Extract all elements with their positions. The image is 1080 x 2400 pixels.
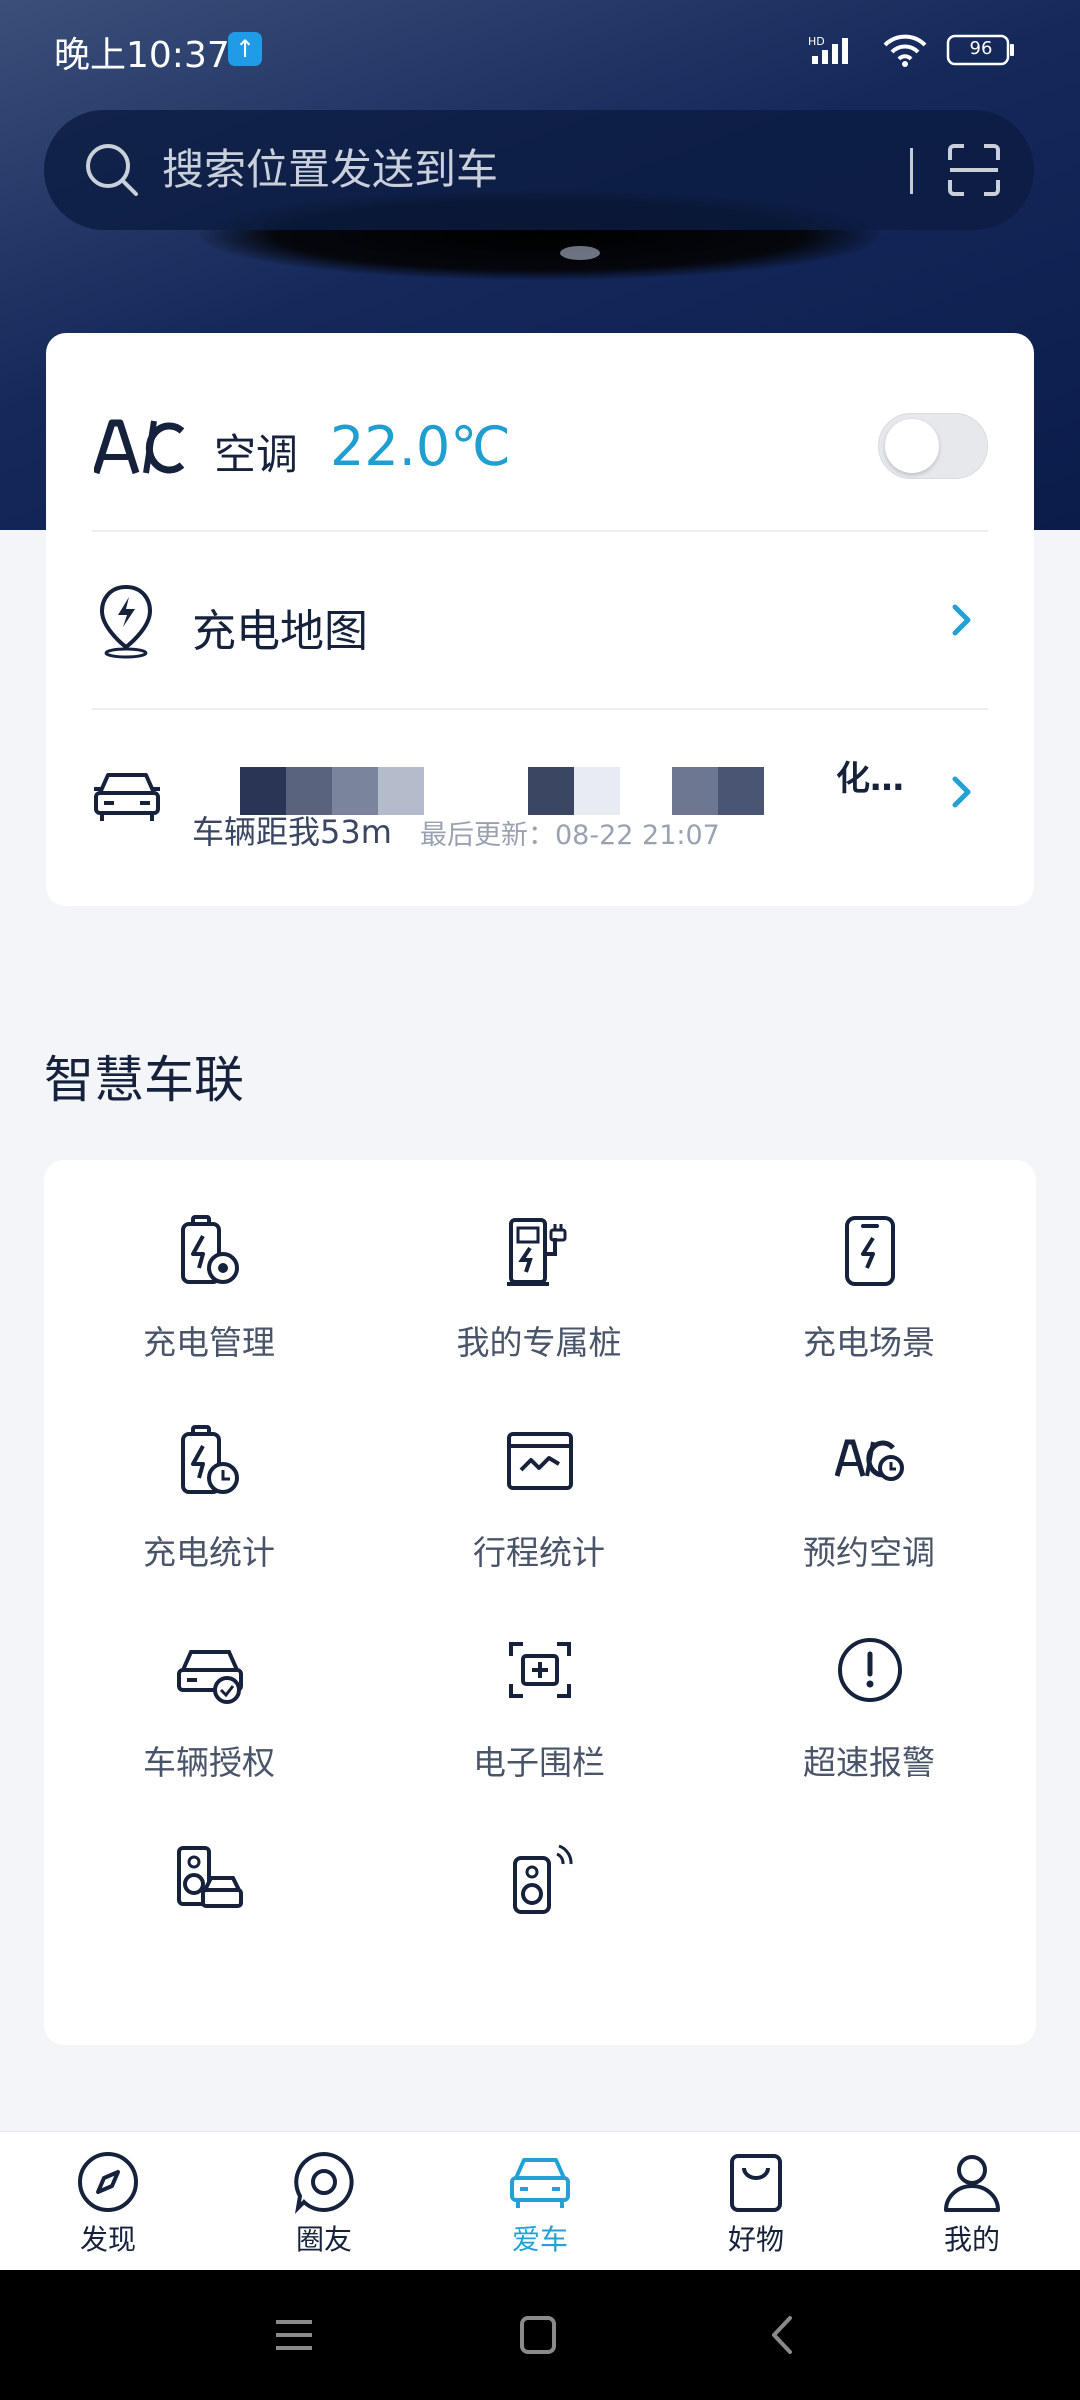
car-icon (510, 2158, 570, 2208)
ac-logo-icon (92, 419, 185, 479)
func-charging-scene[interactable]: 充电场景 (704, 1160, 1034, 1362)
phone-bolt-icon (845, 1216, 895, 1286)
func-speaker[interactable] (374, 1790, 704, 1990)
menu-icon[interactable] (272, 2310, 316, 2360)
status-bar: 晚上10:37 ↑ HD 96 (0, 0, 1080, 100)
battery-level: 96 (969, 38, 993, 59)
scan-icon[interactable] (946, 142, 1002, 198)
func-scheduled-ac[interactable]: 预约空调 (704, 1370, 1034, 1572)
nav-circle[interactable]: 圈友 (216, 2132, 432, 2271)
nav-label: 好物 (727, 2223, 784, 2256)
battery-clock-icon (181, 1425, 239, 1494)
search-input[interactable]: 搜索位置发送到车 (162, 140, 498, 200)
vehicle-control-card: 空调 22.0℃ 充电地图 化… 车辆距我53m 最后更新：08-22 21:0… (46, 333, 1034, 906)
home-icon[interactable] (516, 2310, 560, 2360)
nav-label: 我的 (943, 2223, 1000, 2256)
func-my-charging-pile[interactable]: 我的专属桩 (374, 1160, 704, 1362)
section-title: 智慧车联 (44, 1051, 244, 1109)
speaker-wave-icon (513, 1844, 573, 1914)
ac-toggle[interactable] (878, 413, 988, 479)
bag-icon (730, 2154, 782, 2212)
nav-goods[interactable]: 好物 (648, 2132, 864, 2271)
nav-label: 爱车 (511, 2223, 568, 2256)
nav-label: 发现 (79, 2223, 136, 2256)
user-icon (944, 2155, 1000, 2212)
upload-icon: ↑ (228, 32, 262, 66)
car-image-highlight (560, 246, 600, 260)
charge-map-label[interactable]: 充电地图 (192, 595, 368, 659)
search-icon (86, 144, 138, 196)
func-label: 电子围栏 (473, 1743, 605, 1782)
func-vehicle-authorization[interactable]: 车辆授权 (44, 1580, 374, 1782)
battery-gear-icon (181, 1215, 239, 1284)
wifi-icon (883, 34, 927, 67)
last-updated: 最后更新：08-22 21:07 (420, 820, 720, 851)
nav-discover[interactable]: 发现 (0, 2132, 216, 2271)
func-label: 超速报警 (803, 1743, 935, 1782)
func-speaker-car[interactable] (44, 1790, 374, 1990)
func-charge-statistics[interactable]: 充电统计 (44, 1370, 374, 1572)
chevron-right-icon[interactable] (950, 775, 974, 809)
func-label: 车辆授权 (143, 1743, 275, 1782)
charging-pile-icon (507, 1218, 567, 1286)
func-speed-alert[interactable]: 超速报警 (704, 1580, 1034, 1782)
car-front-icon (94, 773, 160, 821)
func-label: 充电统计 (143, 1533, 275, 1572)
vehicle-distance: 车辆距我53m (192, 813, 392, 851)
system-nav-bar (0, 2270, 1080, 2400)
search-bar[interactable]: 搜索位置发送到车 (44, 110, 1034, 230)
chevron-right-icon[interactable] (950, 603, 974, 637)
battery-icon: 96 (946, 34, 1016, 66)
ac-clock-icon (835, 1439, 904, 1481)
func-trip-statistics[interactable]: 行程统计 (374, 1370, 704, 1572)
func-label: 充电管理 (143, 1323, 275, 1362)
ac-label: 空调 (214, 430, 299, 479)
func-label: 行程统计 (473, 1533, 605, 1572)
back-icon[interactable] (762, 2310, 806, 2360)
address-tail: 化… (836, 759, 904, 799)
nav-label: 圈友 (295, 2223, 352, 2256)
car-check-icon (177, 1650, 243, 1704)
ac-temperature[interactable]: 22.0℃ (330, 415, 511, 478)
chart-window-icon (507, 1432, 573, 1490)
status-time: 晚上10:37 (54, 35, 230, 76)
compass-icon (78, 2152, 138, 2212)
location-bolt-icon (99, 584, 153, 659)
func-geofence[interactable]: 电子围栏 (374, 1580, 704, 1782)
nav-my-car[interactable]: 爱车 (432, 2132, 648, 2271)
bottom-nav: 发现 圈友 爱车 好物 我的 (0, 2131, 1080, 2270)
chat-bubble-icon (294, 2151, 354, 2214)
func-label: 我的专属桩 (456, 1323, 622, 1362)
search-divider (910, 148, 913, 194)
alert-circle-icon (838, 1638, 902, 1702)
nav-me[interactable]: 我的 (864, 2132, 1080, 2271)
speaker-car-icon (177, 1846, 243, 1908)
func-label: 预约空调 (803, 1533, 935, 1572)
signal-icon: HD (808, 35, 848, 64)
func-charge-management[interactable]: 充电管理 (44, 1160, 374, 1362)
svg-text:HD: HD (808, 35, 825, 48)
func-label: 充电场景 (803, 1323, 935, 1362)
status-icons: HD 96 (808, 30, 1016, 70)
fence-plus-icon (509, 1642, 571, 1698)
smart-connect-grid: 充电管理 我的专属桩 充电场景 充电统计 行程统计 预约空调 车辆授权 电子围栏… (44, 1160, 1036, 2045)
toggle-knob (885, 419, 939, 473)
